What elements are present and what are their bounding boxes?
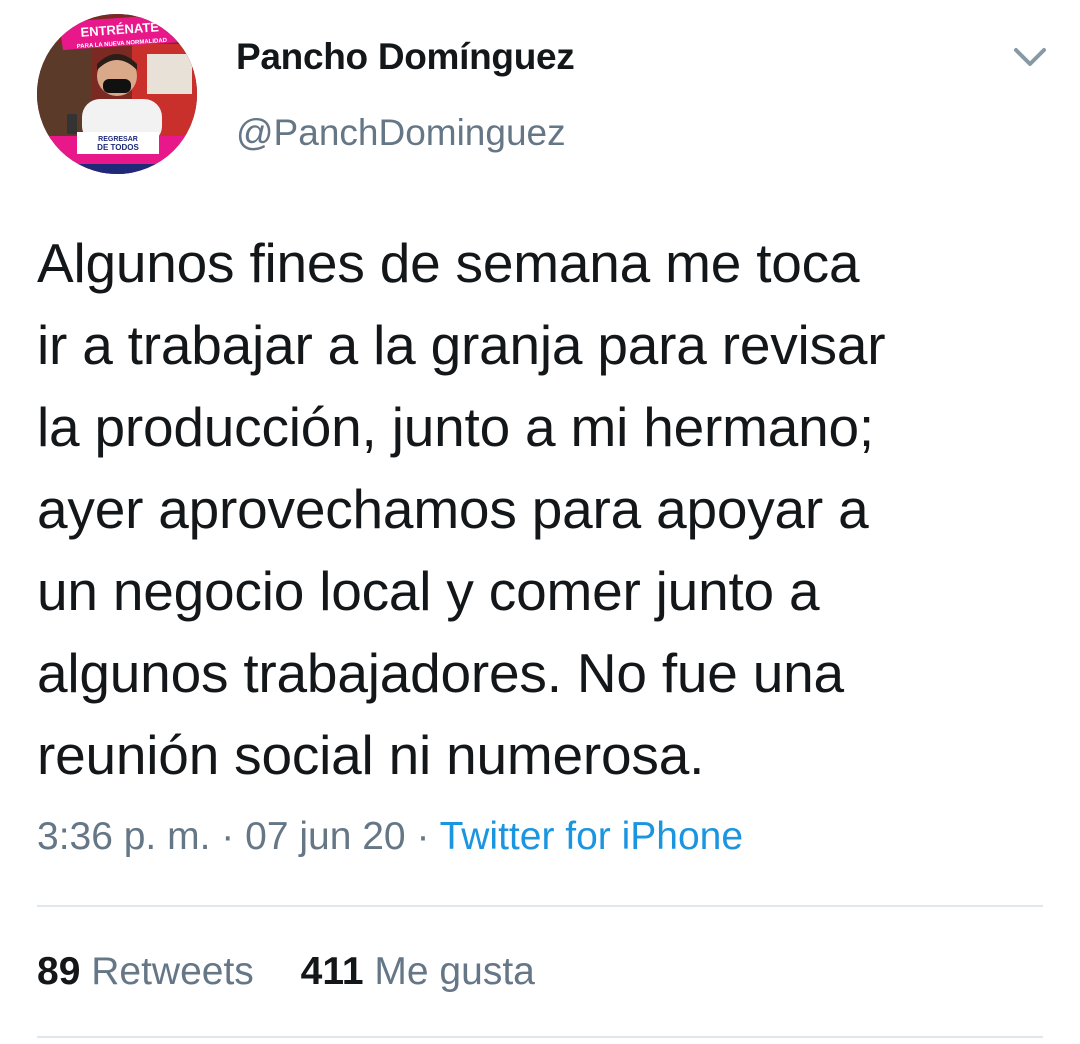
retweets-stat[interactable]: 89 Retweets: [37, 950, 254, 994]
tweet-stats: 89 Retweets 411 Me gusta: [37, 950, 571, 994]
retweets-label: Retweets: [91, 950, 254, 993]
display-name[interactable]: Pancho Domínguez: [236, 36, 575, 78]
avatar-photo: ENTRÉNATE PARA LA NUEVA NORMALIDAD REGRE…: [37, 14, 197, 174]
tweet-text-line: la producción, junto a mi hermano;: [37, 396, 874, 458]
likes-count: 411: [300, 950, 364, 993]
tweet-text-line: reunión social ni numerosa.: [37, 724, 705, 786]
tweet-text: Algunos fines de semana me toca ir a tra…: [37, 222, 1067, 796]
avatar[interactable]: ENTRÉNATE PARA LA NUEVA NORMALIDAD REGRE…: [37, 14, 197, 174]
tweet-text-line: un negocio local y comer junto a: [37, 560, 820, 622]
likes-label: Me gusta: [374, 950, 535, 993]
tweet-text-line: ir a trabajar a la granja para revisar: [37, 314, 886, 376]
tweet-detail: ENTRÉNATE PARA LA NUEVA NORMALIDAD REGRE…: [0, 0, 1080, 1044]
chevron-down-icon: [1014, 48, 1046, 66]
tweet-text-line: algunos trabajadores. No fue una: [37, 642, 844, 704]
retweets-count: 89: [37, 950, 81, 993]
tweet-text-line: ayer aprovechamos para apoyar a: [37, 478, 869, 540]
divider: [37, 1036, 1043, 1038]
tweet-menu-button[interactable]: [1010, 40, 1050, 74]
likes-stat[interactable]: 411 Me gusta: [301, 950, 535, 994]
user-handle[interactable]: @PanchDominguez: [236, 112, 566, 154]
tweet-meta: 3:36 p. m. · 07 jun 20 · Twitter for iPh…: [37, 815, 743, 859]
tweet-date[interactable]: 07 jun 20: [245, 815, 405, 858]
tweet-source-link[interactable]: Twitter for iPhone: [440, 815, 743, 858]
meta-separator: ·: [416, 815, 430, 858]
divider: [37, 905, 1043, 907]
avatar-banner-bottom-2: DE TODOS: [97, 143, 139, 152]
tweet-text-line: Algunos fines de semana me toca: [37, 232, 860, 294]
meta-separator: ·: [221, 815, 235, 858]
tweet-time[interactable]: 3:36 p. m.: [37, 815, 210, 858]
avatar-banner-bottom-1: REGRESAR: [98, 136, 138, 143]
